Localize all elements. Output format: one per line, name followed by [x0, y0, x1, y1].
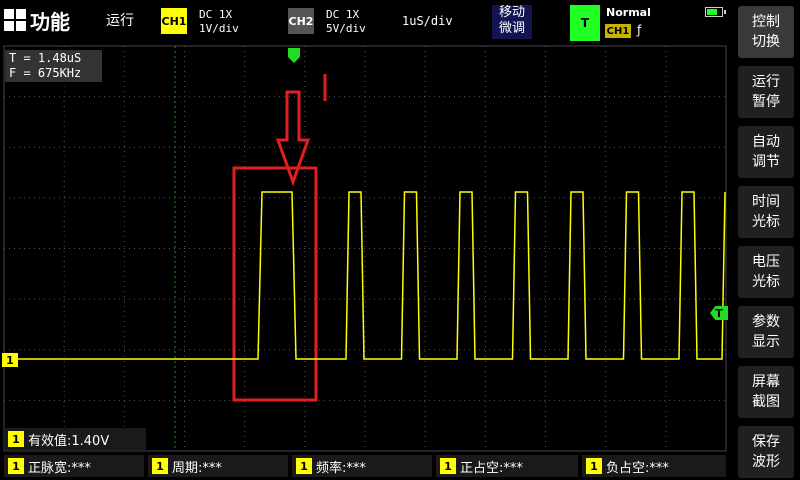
waveform-display	[3, 45, 727, 452]
function-menu-button[interactable]: 功能	[4, 6, 70, 34]
measurement-label: 正脉宽:***	[28, 460, 91, 476]
ch1-trace	[4, 191, 726, 360]
frequency-readout: F = 675KHz	[9, 66, 82, 80]
ch1-settings[interactable]: DC 1X 1V/div	[199, 8, 239, 36]
top-bar: 功能 运行 CH1 DC 1X 1V/div CH2 DC 1X 5V/div …	[0, 0, 731, 42]
run-status[interactable]: 运行	[106, 10, 134, 30]
screenshot-button[interactable]: 屏幕 截图	[738, 366, 794, 418]
save-waveform-button[interactable]: 保存 波形	[738, 426, 794, 478]
grid	[3, 45, 727, 452]
negative-duty-measurement[interactable]: 1 负占空:***	[582, 455, 726, 477]
run-pause-button[interactable]: 运行 暂停	[738, 66, 794, 118]
trigger-level-marker[interactable]: T	[710, 306, 728, 320]
control-switch-button[interactable]: 控制 切换	[738, 6, 794, 58]
down-arrow-icon	[275, 90, 311, 187]
ch1-scale: 1V/div	[199, 22, 239, 35]
ch2-settings[interactable]: DC 1X 5V/div	[326, 8, 366, 36]
measurement-channel: 1	[8, 431, 24, 447]
ch1-coupling: DC 1X	[199, 8, 233, 21]
annotations	[232, 74, 327, 402]
rms-measurement[interactable]: 1 有效值:1.40V	[4, 428, 146, 450]
time-cursor-button[interactable]: 时间 光标	[738, 186, 794, 238]
ch2-scale: 5V/div	[326, 22, 366, 35]
measurement-channel: 1	[586, 458, 602, 474]
measurement-label: 有效值:1.40V	[28, 433, 110, 449]
measurement-channel: 1	[440, 458, 456, 474]
period-measurement[interactable]: 1 周期:***	[148, 455, 288, 477]
battery-icon	[705, 7, 726, 17]
ch2-coupling: DC 1X	[326, 8, 360, 21]
measurement-channel: 1	[296, 458, 312, 474]
voltage-cursor-button[interactable]: 电压 光标	[738, 246, 794, 298]
measurement-label: 频率:***	[316, 460, 366, 476]
auto-adjust-button[interactable]: 自动 调节	[738, 126, 794, 178]
trigger-source[interactable]: CH1	[605, 24, 631, 38]
measurement-label: 周期:***	[172, 460, 222, 476]
ch1-tag[interactable]: CH1	[161, 8, 187, 34]
positive-duty-measurement[interactable]: 1 正占空:***	[436, 455, 578, 477]
trigger-mode[interactable]: Normal	[606, 6, 651, 19]
period-readout: T = 1.48uS	[9, 51, 82, 65]
measurement-channel: 1	[8, 458, 24, 474]
function-label: 功能	[30, 9, 70, 34]
ch1-level-marker[interactable]: 1	[2, 353, 18, 367]
measurement-label: 负占空:***	[606, 460, 669, 476]
move-fine-adjust-button[interactable]: 移动 微调	[492, 5, 532, 39]
grid-menu-icon	[4, 9, 26, 31]
period-frequency-readout: T = 1.48uS F = 675KHz	[5, 50, 102, 82]
parameter-display-button[interactable]: 参数 显示	[738, 306, 794, 358]
measurement-label: 正占空:***	[460, 460, 523, 476]
grid-border	[3, 45, 727, 452]
measurement-channel: 1	[152, 458, 168, 474]
trigger-tag[interactable]: T	[570, 5, 600, 41]
positive-pulse-width-measurement[interactable]: 1 正脉宽:***	[4, 455, 144, 477]
frequency-measurement[interactable]: 1 频率:***	[292, 455, 432, 477]
trigger-position-icon[interactable]	[288, 48, 300, 63]
highlight-box	[232, 166, 318, 402]
timebase[interactable]: 1uS/div	[402, 14, 453, 28]
rising-edge-icon[interactable]: ƒ	[637, 23, 641, 37]
sidebar: 控制 切换 运行 暂停 自动 调节 时间 光标 电压 光标 参数 显示 屏幕 截…	[732, 0, 800, 480]
ch2-tag[interactable]: CH2	[288, 8, 314, 34]
